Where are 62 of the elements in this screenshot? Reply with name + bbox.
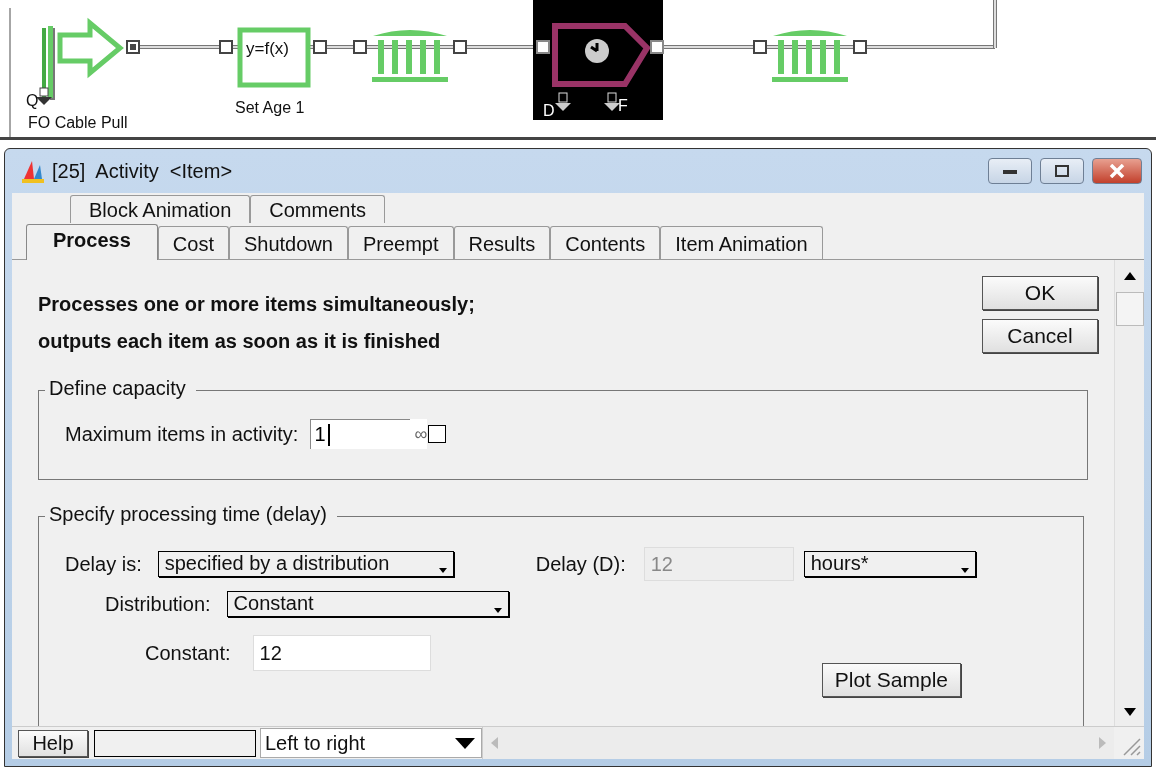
port-label: D [543, 102, 555, 119]
dropdown[interactable]: Constant [226, 591, 509, 617]
queue-block-icon[interactable] [353, 30, 467, 82]
block-label: FO Cable Pull [28, 114, 128, 131]
close-button[interactable] [1092, 158, 1142, 184]
dropdown[interactable]: hours* [803, 551, 976, 577]
description-text: outputs each item as soon as it is finished [38, 329, 442, 354]
tab[interactable]: Item Animation [660, 226, 823, 259]
input-field[interactable]: 12 [252, 635, 431, 671]
window-title: [25] Activity <Item> [52, 159, 233, 183]
dropdown[interactable]: specified by a distribution [157, 551, 454, 577]
description-text: Processes one or more items simultaneously; [38, 292, 475, 317]
tab[interactable]: Cost [157, 226, 229, 259]
checkbox[interactable] [428, 425, 447, 443]
close-icon [1109, 164, 1125, 178]
help-button[interactable]: Help [18, 730, 88, 757]
app-icon [22, 159, 44, 183]
ok-button[interactable]: OK [982, 276, 1098, 310]
field-label: Delay (D): [535, 552, 626, 576]
plot-sample-button[interactable]: Plot Sample [821, 663, 961, 697]
caret-icon [960, 568, 969, 573]
group-title: Define capacity [45, 377, 196, 400]
cancel-button[interactable]: Cancel [982, 319, 1098, 353]
dropdown-arrow-icon [455, 737, 475, 749]
formula-label: y=f(x) [246, 39, 289, 58]
create-block-icon[interactable] [36, 17, 140, 105]
input-field[interactable]: 1 [310, 419, 411, 449]
port-arrow-icon [555, 92, 571, 111]
maximize-button[interactable] [1040, 158, 1084, 184]
scroll-left-icon [491, 737, 498, 749]
port-label: Q [26, 92, 39, 109]
caret-icon [493, 608, 502, 613]
direction-dropdown[interactable]: Left to right [260, 728, 482, 758]
tab[interactable]: Process [26, 224, 158, 260]
field-label: Maximum items in activity: [65, 422, 299, 446]
scroll-down-icon [1123, 708, 1136, 716]
port-label: F [618, 97, 628, 114]
horizontal-scrollbar[interactable] [482, 727, 1114, 759]
tab[interactable]: Contents [550, 226, 661, 259]
queue-block-icon[interactable] [753, 30, 867, 82]
tab[interactable]: Block Animation [70, 195, 251, 223]
tab[interactable]: Preempt [347, 226, 454, 259]
scroll-thumb[interactable] [1115, 292, 1144, 326]
equation-block-icon[interactable] [219, 27, 327, 88]
field-label: Constant: [145, 641, 231, 665]
infinity-symbol: ∞ [410, 419, 428, 449]
tab[interactable]: Shutdown [228, 226, 348, 259]
port-arrow-icon [604, 92, 620, 111]
minimize-button[interactable] [988, 158, 1032, 184]
tab[interactable]: Results [453, 226, 551, 259]
field-label: Distribution: [105, 592, 211, 616]
caret-icon [438, 568, 447, 573]
block-label: Set Age 1 [235, 99, 305, 116]
activity-block-icon[interactable] [536, 23, 664, 87]
vertical-scrollbar[interactable] [1114, 260, 1144, 726]
tab[interactable]: Comments [250, 195, 385, 223]
group-title: Specify processing time (delay) [45, 503, 337, 526]
scroll-right-icon [1099, 737, 1106, 749]
field-label: Delay is: [65, 552, 142, 576]
minimize-icon [1003, 168, 1017, 174]
maximize-icon [1055, 165, 1069, 177]
scroll-up-icon [1123, 272, 1136, 280]
